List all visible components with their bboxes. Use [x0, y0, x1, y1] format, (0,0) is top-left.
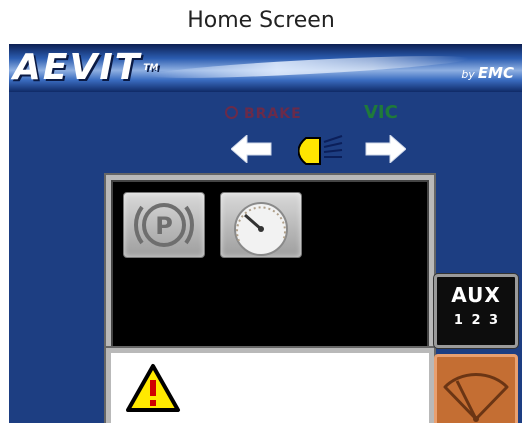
brake-indicator: BRAKE — [225, 106, 302, 122]
wiper-button[interactable] — [434, 354, 518, 423]
brake-label: BRAKE — [244, 106, 302, 122]
logo-text: AEVIT — [13, 47, 142, 88]
trademark: TM — [143, 63, 159, 73]
vic-indicator: VIC — [364, 102, 398, 123]
right-arrow-icon — [365, 135, 406, 163]
indicator-panel: P — [106, 175, 434, 355]
page-caption: Home Screen — [187, 8, 335, 33]
by-emc: by EMC — [461, 64, 514, 82]
by-label: by — [461, 68, 475, 81]
header-banner: AEVIT TM by EMC — [9, 44, 522, 92]
emc-brand: EMC — [477, 64, 514, 82]
speedometer-tile[interactable] — [220, 192, 302, 258]
banner-swoosh — [148, 51, 470, 83]
wiper-icon — [443, 372, 509, 422]
left-arrow-icon — [231, 135, 272, 163]
aevit-logo: AEVIT TM — [13, 48, 158, 88]
parking-brake-icon: P — [134, 203, 194, 247]
brake-circle-icon — [225, 106, 238, 119]
warning-area — [106, 348, 434, 423]
aux-numbers: 1 2 3 — [453, 313, 499, 328]
svg-text:P: P — [155, 212, 173, 240]
headlight-icon — [298, 135, 343, 165]
parking-brake-tile[interactable]: P — [123, 192, 205, 258]
speedometer-icon — [234, 202, 288, 256]
aux-label: AUX — [451, 283, 501, 307]
aevit-display: AEVIT TM by EMC BRAKE VIC P AUX 1 2 3 — [9, 44, 522, 423]
aux-button[interactable]: AUX 1 2 3 — [434, 274, 518, 348]
warning-triangle-icon — [126, 364, 180, 412]
